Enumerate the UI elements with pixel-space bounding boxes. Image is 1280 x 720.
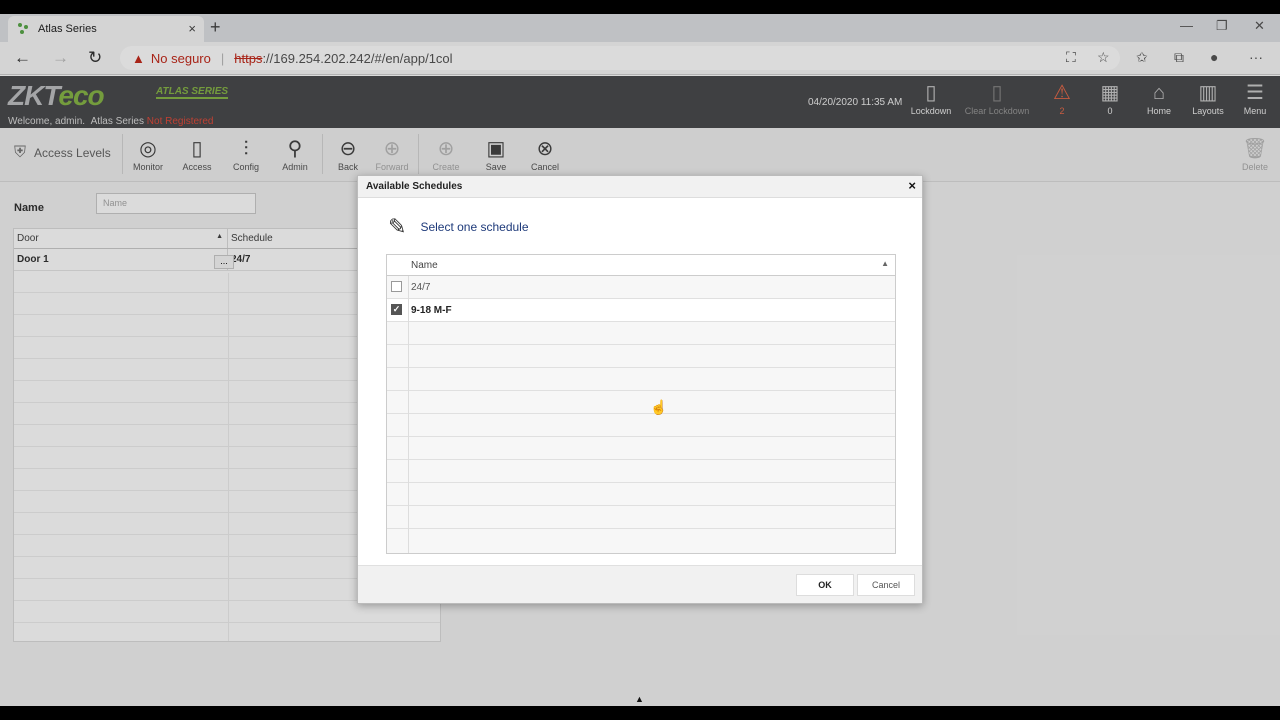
dialog-cancel-button[interactable]: Cancel xyxy=(857,574,915,596)
list-item[interactable]: ✓ 9-18 M-F xyxy=(387,299,895,322)
dialog-title-bar: Available Schedules × xyxy=(358,176,922,198)
ok-button[interactable]: OK xyxy=(796,574,854,596)
schedule-label: 9-18 M-F xyxy=(411,305,452,316)
collapse-arrow-icon[interactable]: ▲ xyxy=(635,694,644,704)
dialog-title: Available Schedules xyxy=(366,181,463,192)
dialog-close-icon[interactable]: × xyxy=(908,178,916,193)
schedule-notepad-icon: ✎ xyxy=(388,214,407,239)
sort-asc-icon: ▲ xyxy=(881,259,889,268)
schedules-header[interactable]: Name ▲ xyxy=(387,255,895,276)
screen: Atlas Series × + — ❐ ✕ ← → ↻ ▲ No seguro… xyxy=(0,14,1280,706)
schedule-label: 24/7 xyxy=(411,282,431,293)
schedule-checkbox[interactable] xyxy=(391,281,402,292)
hand-cursor-icon: ☝ xyxy=(650,399,668,415)
dialog-footer: OK Cancel xyxy=(358,565,922,603)
available-schedules-dialog: Available Schedules × ✎ Select one sched… xyxy=(357,175,923,604)
schedules-list: Name ▲ 24/7 ✓ 9-18 M-F xyxy=(386,254,896,554)
list-item[interactable]: 24/7 xyxy=(387,276,895,299)
name-column-header: Name xyxy=(411,260,438,271)
dialog-heading-text: Select one schedule xyxy=(420,220,529,234)
schedule-checkbox[interactable]: ✓ xyxy=(391,304,402,315)
dialog-heading: ✎ Select one schedule xyxy=(388,214,529,240)
